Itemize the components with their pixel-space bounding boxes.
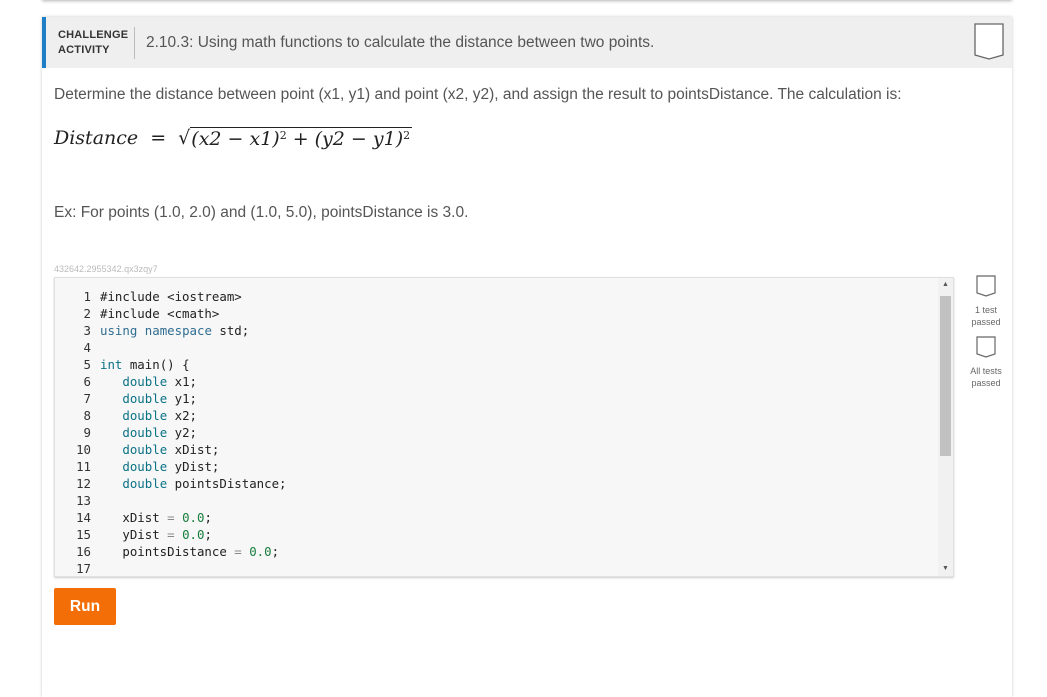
code-line[interactable]: 3 using namespace std; <box>55 322 935 339</box>
line-number: 12 <box>76 476 91 491</box>
scroll-up-icon[interactable]: ▲ <box>938 278 953 292</box>
code-line[interactable]: 4 <box>55 339 935 356</box>
badge-icon <box>976 336 996 358</box>
line-code[interactable]: double xDist; <box>100 441 219 458</box>
completion-badge-icon <box>974 23 1004 60</box>
line-number: 1 <box>83 289 91 304</box>
radicand: (x2 − x1)2 + (y2 − y1)2 <box>190 127 413 150</box>
run-button[interactable]: Run <box>54 588 116 625</box>
line-number: 11 <box>76 459 91 474</box>
sqrt-symbol: √ <box>178 127 191 149</box>
line-number: 16 <box>76 544 91 559</box>
line-code[interactable]: #include <cmath> <box>100 305 219 322</box>
test-status: 1 test passed All tests passed <box>962 275 1010 389</box>
instructions-text: Determine the distance between point (x1… <box>54 86 902 103</box>
label-line2: ACTIVITY <box>58 44 110 56</box>
code-editor[interactable]: 1 #include <iostream> 2 #include <cmath> 3 us… <box>54 277 954 577</box>
editor-scrollbar[interactable]: ▲ ▼ <box>938 278 953 576</box>
scrollbar-thumb[interactable] <box>940 296 951 456</box>
test-label: 1 test passed <box>971 305 1001 327</box>
code-lines[interactable]: 1 #include <iostream> 2 #include <cmath> 3 us… <box>55 288 935 576</box>
code-line[interactable]: 8 double x2; <box>55 407 935 424</box>
line-number: 5 <box>83 357 91 372</box>
header-divider <box>134 27 135 59</box>
line-code[interactable]: int main() { <box>100 356 190 373</box>
line-number: 6 <box>83 374 91 389</box>
line-number: 15 <box>76 527 91 542</box>
line-number: 4 <box>83 340 91 355</box>
line-code[interactable]: double y1; <box>100 390 197 407</box>
formula-lhs: Distance <box>54 127 139 149</box>
line-number: 3 <box>83 323 91 338</box>
formula-exp2: 2 <box>403 129 411 142</box>
line-code[interactable]: double y2; <box>100 424 197 441</box>
code-line[interactable]: 7 double y1; <box>55 390 935 407</box>
line-code[interactable]: xDist = 0.0; <box>100 509 212 526</box>
line-code[interactable]: pointsDistance = 0.0; <box>100 543 279 560</box>
code-line[interactable]: 5 int main() { <box>55 356 935 373</box>
line-number: 2 <box>83 306 91 321</box>
line-code[interactable]: double x2; <box>100 407 197 424</box>
badge-icon <box>976 275 996 297</box>
code-line[interactable]: 9 double y2; <box>55 424 935 441</box>
line-code[interactable]: using namespace std; <box>100 322 249 339</box>
line-number: 8 <box>83 408 91 423</box>
test-status-all: All tests passed <box>962 336 1010 389</box>
formula-equals: = <box>150 127 167 149</box>
code-line[interactable]: 6 double x1; <box>55 373 935 390</box>
formula-plus: + <box>292 128 309 150</box>
code-line[interactable]: 15 yDist = 0.0; <box>55 526 935 543</box>
code-line[interactable]: 14 xDist = 0.0; <box>55 509 935 526</box>
formula-term2: (y2 − y1) <box>314 128 404 150</box>
line-code[interactable]: double yDist; <box>100 458 219 475</box>
code-line[interactable]: 13 <box>55 492 935 509</box>
formula-exp1: 2 <box>279 129 287 142</box>
line-number: 14 <box>76 510 91 525</box>
activity-header: CHALLENGE ACTIVITY 2.10.3: Using math fu… <box>42 17 1012 68</box>
code-line[interactable]: 11 double yDist; <box>55 458 935 475</box>
label-line1: CHALLENGE <box>58 29 129 41</box>
challenge-activity-card: CHALLENGE ACTIVITY 2.10.3: Using math fu… <box>42 17 1012 697</box>
line-number: 7 <box>83 391 91 406</box>
square-root: √(x2 − x1)2 + (y2 − y1)2 <box>178 127 413 150</box>
code-id: 432642.2955342.qx3zqy7 <box>54 264 158 274</box>
line-code[interactable]: #include <iostream> <box>100 288 242 305</box>
line-number: 13 <box>76 493 91 508</box>
code-line[interactable]: 17 <box>55 560 935 576</box>
activity-type-label: CHALLENGE ACTIVITY <box>58 28 128 58</box>
code-line[interactable]: 12 double pointsDistance; <box>55 475 935 492</box>
scroll-down-icon[interactable]: ▼ <box>938 562 953 576</box>
line-number: 17 <box>76 561 91 576</box>
test-label: All tests passed <box>970 366 1002 388</box>
example-text: Ex: For points (1.0, 2.0) and (1.0, 5.0)… <box>54 204 469 221</box>
activity-title: 2.10.3: Using math functions to calculat… <box>146 34 655 51</box>
line-code[interactable]: double pointsDistance; <box>100 475 286 492</box>
distance-formula: Distance = √(x2 − x1)2 + (y2 − y1)2 <box>54 127 413 157</box>
test-status-one: 1 test passed <box>962 275 1010 328</box>
code-line[interactable]: 1 #include <iostream> <box>55 288 935 305</box>
line-number: 10 <box>76 442 91 457</box>
formula-term1: (x2 − x1) <box>191 128 280 150</box>
code-line[interactable]: 2 #include <cmath> <box>55 305 935 322</box>
code-line[interactable]: 16 pointsDistance = 0.0; <box>55 543 935 560</box>
line-code[interactable]: yDist = 0.0; <box>100 526 212 543</box>
code-line[interactable]: 10 double xDist; <box>55 441 935 458</box>
line-number: 9 <box>83 425 91 440</box>
line-code[interactable]: double x1; <box>100 373 197 390</box>
